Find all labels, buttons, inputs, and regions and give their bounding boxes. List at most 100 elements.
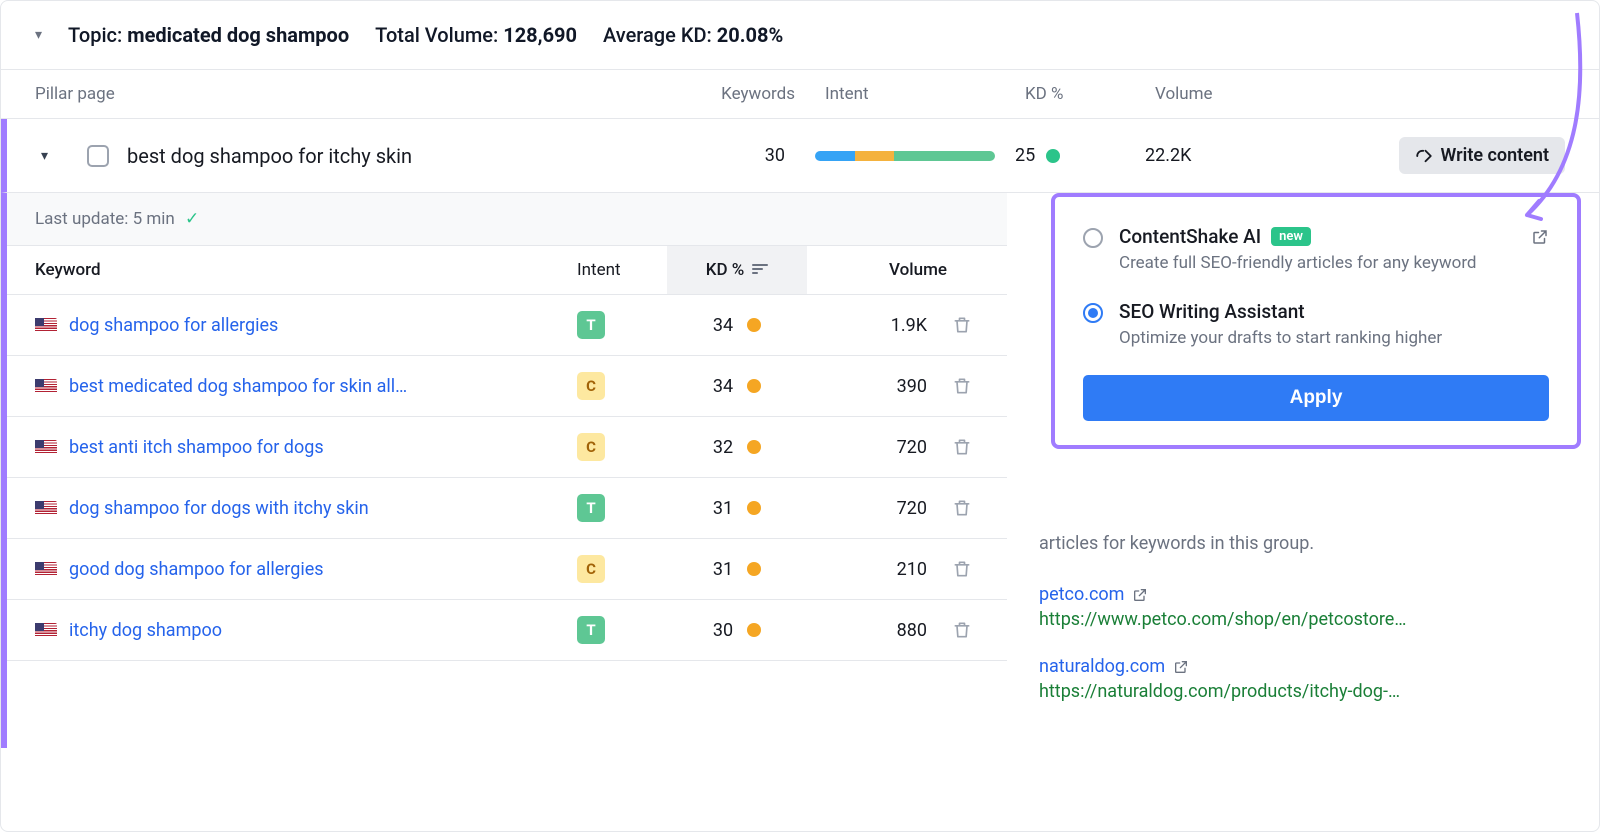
opt1-title: ContentShake AI <box>1119 225 1261 248</box>
col-keywords: Keywords <box>685 84 825 104</box>
option-seo-assistant[interactable]: SEO Writing Assistant Optimize your draf… <box>1083 292 1549 367</box>
th-kd-sorted[interactable]: KD % <box>667 246 807 294</box>
delete-icon[interactable] <box>952 620 972 640</box>
check-icon: ✓ <box>185 209 199 229</box>
apply-button[interactable]: Apply <box>1083 375 1549 421</box>
serp-domain[interactable]: naturaldog.com <box>1039 656 1189 677</box>
kd-value: 31 <box>713 498 733 519</box>
radio-unselected[interactable] <box>1083 228 1103 248</box>
external-link-icon[interactable] <box>1531 228 1549 246</box>
column-headers: Pillar page Keywords Intent KD % Volume <box>1 70 1599 119</box>
flag-us-icon <box>35 318 57 333</box>
obscured-text: articles for keywords in this group. <box>1027 533 1579 554</box>
opt2-title: SEO Writing Assistant <box>1119 300 1305 323</box>
opt1-desc: Create full SEO-friendly articles for an… <box>1119 252 1549 276</box>
keyword-link[interactable]: best medicated dog shampoo for skin all… <box>69 376 407 397</box>
col-volume: Volume <box>1155 84 1315 104</box>
new-badge: new <box>1271 227 1311 246</box>
share-arrow-icon <box>1415 147 1433 165</box>
delete-icon[interactable] <box>952 376 972 396</box>
intent-badge: T <box>577 616 605 644</box>
kd-indicator-icon <box>747 562 761 576</box>
flag-us-icon <box>35 562 57 577</box>
write-content-label: Write content <box>1441 145 1549 166</box>
radio-selected[interactable] <box>1083 303 1103 323</box>
flag-us-icon <box>35 440 57 455</box>
collapse-icon[interactable]: ▾ <box>35 27 42 43</box>
delete-icon[interactable] <box>952 559 972 579</box>
serp-url[interactable]: https://www.petco.com/shop/en/petcostore… <box>1039 609 1579 630</box>
col-pillar: Pillar page <box>35 84 685 104</box>
volume-value: 390 <box>807 360 937 413</box>
intent-badge: C <box>577 372 605 400</box>
pillar-keywords: 30 <box>675 145 815 166</box>
keyword-link[interactable]: best anti itch shampoo for dogs <box>69 437 324 458</box>
kd-value: 34 <box>713 315 733 336</box>
th-intent[interactable]: Intent <box>567 246 667 294</box>
intent-badge: C <box>577 555 605 583</box>
delete-icon[interactable] <box>952 315 972 335</box>
kd-indicator-icon <box>747 623 761 637</box>
keyword-link[interactable]: dog shampoo for allergies <box>69 315 278 336</box>
keyword-link[interactable]: good dog shampoo for allergies <box>69 559 324 580</box>
keyword-link[interactable]: itchy dog shampoo <box>69 620 222 641</box>
expand-icon[interactable]: ▾ <box>41 148 87 164</box>
serp-result: naturaldog.com https://naturaldog.com/pr… <box>1039 656 1579 702</box>
kd-indicator-icon <box>747 379 761 393</box>
topic-bar: ▾ Topic: medicated dog shampoo Total Vol… <box>1 1 1599 70</box>
write-content-popover: ContentShake AI new Create full SEO-frie… <box>1051 193 1581 449</box>
delete-icon[interactable] <box>952 498 972 518</box>
kd-value: 30 <box>713 620 733 641</box>
kd-indicator-icon <box>747 440 761 454</box>
flag-us-icon <box>35 623 57 638</box>
table-row: dog shampoo for allergies T 34 1.9K <box>7 295 1007 356</box>
table-row: best anti itch shampoo for dogs C 32 720 <box>7 417 1007 478</box>
opt2-desc: Optimize your drafts to start ranking hi… <box>1119 327 1549 351</box>
inner-table-header: Keyword Intent KD % Volume <box>7 246 1007 295</box>
last-update: Last update: 5 min ✓ <box>7 193 1007 246</box>
table-row: itchy dog shampoo T 30 880 <box>7 600 1007 661</box>
flag-us-icon <box>35 501 57 516</box>
serp-result: petco.com https://www.petco.com/shop/en/… <box>1039 584 1579 630</box>
delete-icon[interactable] <box>952 437 972 457</box>
table-row: dog shampoo for dogs with itchy skin T 3… <box>7 478 1007 539</box>
serp-results: petco.com https://www.petco.com/shop/en/… <box>1027 584 1579 702</box>
avg-kd-label: Average KD: <box>603 23 712 47</box>
option-contentshake[interactable]: ContentShake AI new Create full SEO-frie… <box>1083 217 1549 292</box>
keyword-topic-panel: ▾ Topic: medicated dog shampoo Total Vol… <box>0 0 1600 832</box>
volume-value: 128,690 <box>503 23 577 47</box>
keyword-link[interactable]: dog shampoo for dogs with itchy skin <box>69 498 369 519</box>
pillar-page-row[interactable]: ▾ best dog shampoo for itchy skin 30 25 … <box>1 119 1599 193</box>
kd-value: 34 <box>713 376 733 397</box>
write-content-button[interactable]: Write content <box>1399 137 1565 174</box>
external-link-icon <box>1173 659 1189 675</box>
pillar-volume: 22.2K <box>1145 145 1305 166</box>
volume-value: 1.9K <box>807 299 937 352</box>
intent-badge: T <box>577 311 605 339</box>
kd-value: 31 <box>713 559 733 580</box>
volume-value: 880 <box>807 604 937 657</box>
keywords-table: Last update: 5 min ✓ Keyword Intent KD %… <box>7 193 1007 748</box>
row-checkbox[interactable] <box>87 145 109 167</box>
serp-url[interactable]: https://naturaldog.com/products/itchy-do… <box>1039 681 1579 702</box>
intent-badge: C <box>577 433 605 461</box>
th-keyword[interactable]: Keyword <box>7 246 567 294</box>
kd-indicator-icon <box>747 501 761 515</box>
right-panel: ContentShake AI new Create full SEO-frie… <box>1007 193 1599 748</box>
avg-kd-value: 20.08% <box>717 23 783 47</box>
volume-value: 720 <box>807 482 937 535</box>
pillar-kd: 25 <box>1015 145 1035 166</box>
pillar-title: best dog shampoo for itchy skin <box>127 144 675 168</box>
external-link-icon <box>1132 587 1148 603</box>
volume-value: 210 <box>807 543 937 596</box>
kd-indicator-icon <box>747 318 761 332</box>
col-intent: Intent <box>825 84 1025 104</box>
th-volume[interactable]: Volume <box>807 246 987 294</box>
intent-bar <box>815 151 995 161</box>
volume-value: 720 <box>807 421 937 474</box>
kd-value: 32 <box>713 437 733 458</box>
intent-badge: T <box>577 494 605 522</box>
serp-domain[interactable]: petco.com <box>1039 584 1148 605</box>
flag-us-icon <box>35 379 57 394</box>
table-row: good dog shampoo for allergies C 31 210 <box>7 539 1007 600</box>
